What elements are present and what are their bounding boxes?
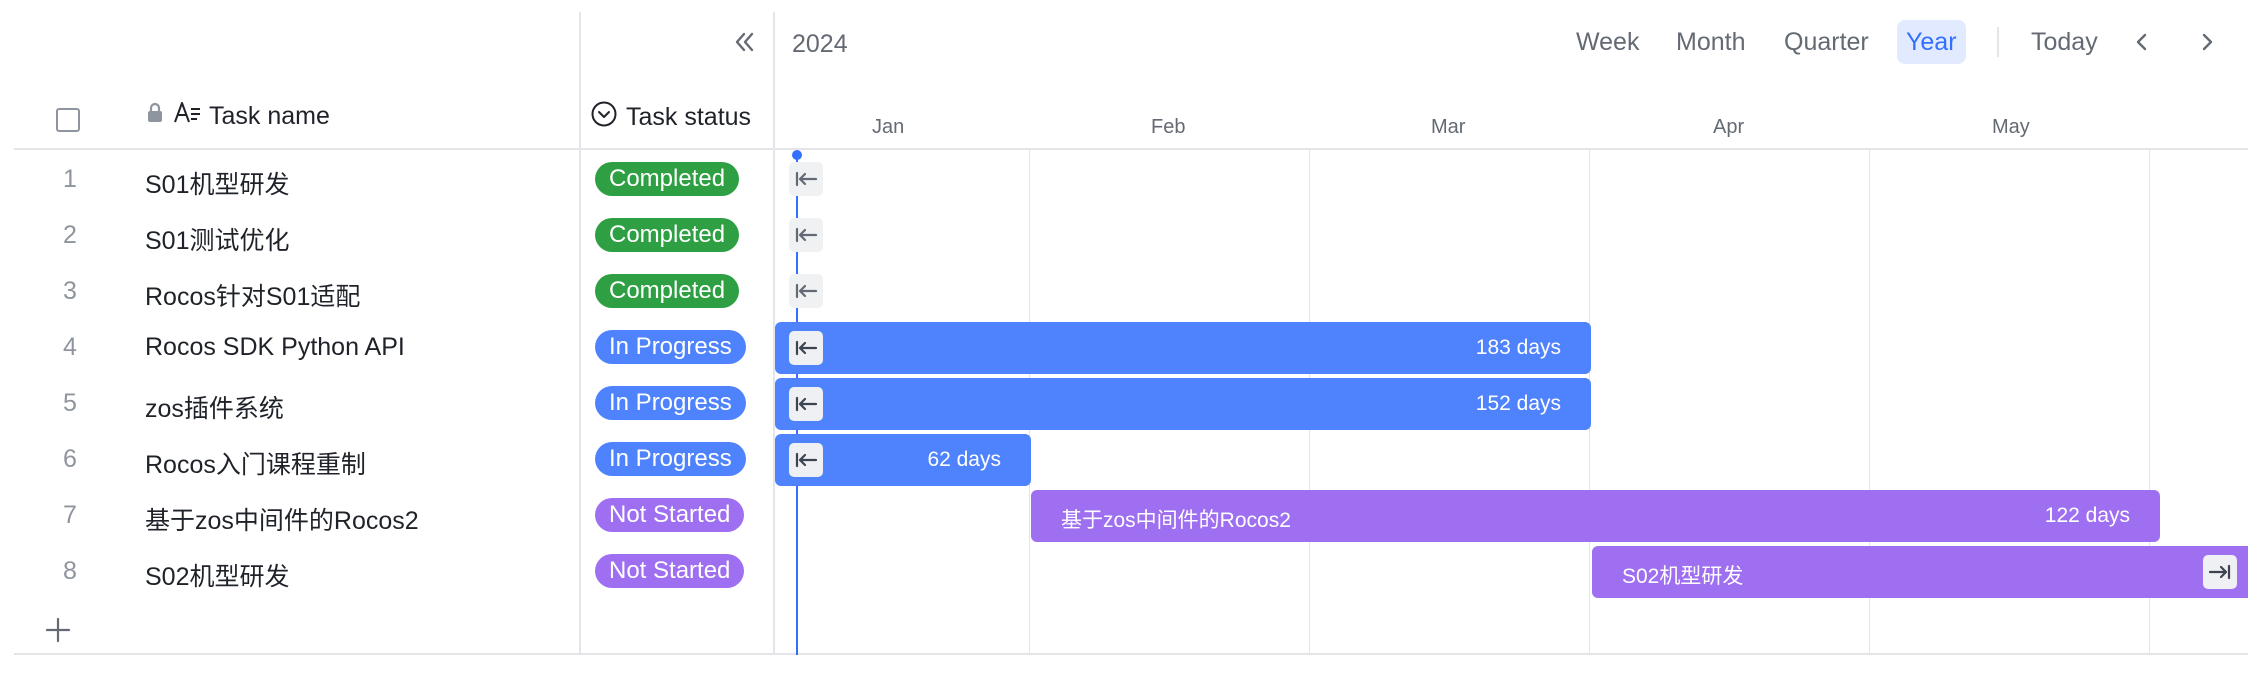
collapse-table-icon[interactable] (726, 24, 762, 60)
status-badge[interactable]: Completed (595, 218, 740, 252)
bar-duration: 62 days (927, 448, 1001, 471)
text-field-icon (173, 100, 201, 133)
task-name-cell[interactable]: Rocos针对S01适配 (145, 277, 360, 313)
grid-divider-name-status (579, 12, 581, 654)
task-name-cell[interactable]: Rocos SDK Python API (145, 333, 405, 362)
bar-duration: 183 days (1475, 336, 1561, 359)
status-badge[interactable]: Completed (595, 162, 740, 196)
status-badge[interactable]: Completed (595, 274, 740, 308)
scroll-to-start-arrow-icon[interactable] (789, 331, 823, 365)
gantt-bar[interactable]: S02机型研发 (1592, 546, 2248, 598)
bar-duration: 122 days (2044, 504, 2130, 527)
row-number: 7 (63, 501, 77, 529)
today-marker (792, 150, 802, 160)
task-status-header[interactable]: Task status (590, 100, 751, 135)
previous-period-icon[interactable] (2124, 24, 2160, 60)
task-name-cell[interactable]: 基于zos中间件的Rocos2 (145, 501, 419, 537)
gantt-bar[interactable]: 基于zos中间件的Rocos2 122 days (1031, 490, 2160, 542)
task-name-cell[interactable]: S01机型研发 (145, 165, 289, 201)
row-number: 6 (63, 445, 77, 473)
view-month-button[interactable]: Month (1667, 20, 1754, 64)
next-period-icon[interactable] (2189, 24, 2225, 60)
month-label-apr: Apr (1713, 116, 1745, 138)
scroll-to-end-arrow-icon[interactable] (2203, 555, 2237, 589)
task-status-header-label: Task status (626, 103, 752, 131)
row-number: 1 (63, 165, 77, 193)
table-bottom-border (14, 653, 2248, 655)
view-week-button[interactable]: Week (1567, 20, 1648, 64)
scroll-to-task-arrow-icon[interactable] (789, 218, 823, 252)
bar-title: 基于zos中间件的Rocos2 (1061, 509, 1291, 532)
bar-title: S02机型研发 (1622, 565, 1744, 588)
scroll-to-task-arrow-icon[interactable] (789, 162, 823, 196)
scroll-to-start-arrow-icon[interactable] (789, 387, 823, 421)
task-name-header[interactable]: Task name (145, 100, 330, 133)
row-number: 3 (63, 277, 77, 305)
row-number: 2 (63, 221, 77, 249)
status-badge[interactable]: Not Started (595, 554, 745, 588)
gantt-bar[interactable]: 62 days (775, 434, 1031, 486)
row-number: 4 (63, 333, 77, 361)
status-badge[interactable]: In Progress (595, 330, 746, 364)
header-bottom-border (14, 148, 2248, 150)
task-name-cell[interactable]: S02机型研发 (145, 557, 289, 593)
gantt-bar[interactable]: 152 days (775, 378, 1591, 430)
month-label-feb: Feb (1151, 116, 1186, 138)
scroll-to-start-arrow-icon[interactable] (789, 443, 823, 477)
month-label-mar: Mar (1431, 116, 1466, 138)
row-number: 5 (63, 389, 77, 417)
single-select-icon (590, 100, 618, 135)
task-name-cell[interactable]: zos插件系统 (145, 389, 284, 425)
gantt-bar[interactable]: 183 days (775, 322, 1591, 374)
status-badge[interactable]: In Progress (595, 442, 746, 476)
today-button[interactable]: Today (2022, 20, 2107, 64)
row-number: 8 (63, 557, 77, 585)
add-row-button[interactable] (40, 612, 76, 648)
task-name-cell[interactable]: Rocos入门课程重制 (145, 445, 366, 481)
toolbar-separator (1997, 27, 1999, 57)
scroll-to-task-arrow-icon[interactable] (789, 274, 823, 308)
task-name-cell[interactable]: S01测试优化 (145, 221, 289, 257)
status-badge[interactable]: Not Started (595, 498, 745, 532)
select-all-checkbox[interactable] (56, 108, 80, 132)
timeline-year: 2024 (792, 30, 848, 58)
month-label-jan: Jan (872, 116, 905, 138)
lock-icon (145, 102, 165, 131)
task-name-header-label: Task name (209, 102, 330, 130)
view-quarter-button[interactable]: Quarter (1775, 20, 1878, 64)
bar-duration: 152 days (1475, 392, 1561, 415)
month-label-may: May (1992, 116, 2030, 138)
status-badge[interactable]: In Progress (595, 386, 746, 420)
view-year-button[interactable]: Year (1897, 20, 1966, 64)
